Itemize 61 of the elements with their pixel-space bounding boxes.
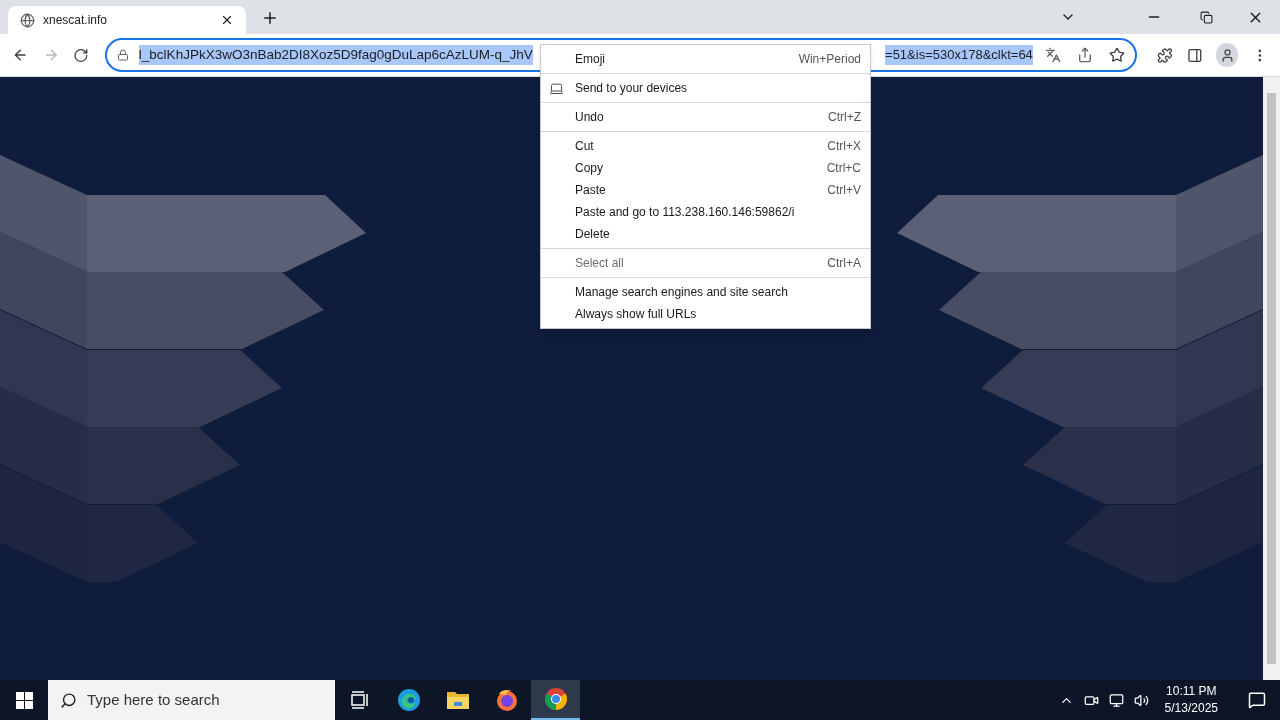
globe-icon bbox=[20, 12, 35, 28]
chrome-icon bbox=[543, 687, 568, 711]
profile-avatar[interactable] bbox=[1216, 43, 1239, 67]
translate-icon[interactable] bbox=[1044, 47, 1061, 63]
shortcut-text: Ctrl+A bbox=[827, 255, 861, 272]
notifications-icon[interactable] bbox=[1248, 691, 1266, 709]
url-text: =51&is=530x178&clkt=64 bbox=[885, 45, 1033, 65]
edge-icon bbox=[396, 688, 421, 712]
lock-icon bbox=[116, 49, 129, 61]
menu-item[interactable]: Paste and go to 113.238.160.146:59862/i bbox=[541, 201, 870, 223]
menu-label: Cut bbox=[575, 138, 594, 155]
shortcut-text: Ctrl+C bbox=[826, 160, 861, 177]
share-icon[interactable] bbox=[1076, 47, 1093, 63]
menu-item[interactable]: Manage search engines and site search bbox=[541, 281, 870, 303]
search-placeholder: Type here to search bbox=[87, 689, 220, 710]
menu-item[interactable]: Send to your devices bbox=[541, 77, 870, 99]
new-tab-icon[interactable] bbox=[261, 9, 279, 27]
scroll-thumb[interactable] bbox=[1267, 93, 1276, 664]
volume-icon[interactable] bbox=[1133, 692, 1149, 708]
menu-label: Send to your devices bbox=[575, 80, 688, 97]
menu-label: Delete bbox=[575, 226, 610, 243]
menu-label: Undo bbox=[575, 109, 604, 126]
menu-label: Copy bbox=[575, 160, 603, 177]
search-icon bbox=[60, 691, 77, 709]
menu-label: Always show full URLs bbox=[575, 306, 697, 323]
menu-label: Manage search engines and site search bbox=[575, 284, 788, 301]
shortcut-text: Ctrl+X bbox=[827, 138, 861, 155]
menu-label: Paste bbox=[575, 182, 606, 199]
shortcut-text: Ctrl+Z bbox=[828, 109, 861, 126]
menu-item[interactable]: Paste Ctrl+V bbox=[541, 179, 870, 201]
shortcut-text: Win+Period bbox=[798, 51, 861, 68]
search-field[interactable]: Type here to search bbox=[48, 680, 335, 720]
url-text: l_bclKhJPkX3wO3nBab2DI8Xoz5D9fag0gDuLap6cAzLUM-q_JhV bbox=[138, 44, 533, 66]
side-panel-icon[interactable] bbox=[1186, 46, 1203, 64]
clock-date[interactable]: 5/13/2025 bbox=[1164, 700, 1218, 717]
shortcut-text: Ctrl+V bbox=[827, 182, 861, 199]
firefox-icon bbox=[494, 688, 519, 712]
reload-icon[interactable] bbox=[73, 46, 89, 64]
browser-tab[interactable]: xnescat.info bbox=[8, 6, 246, 34]
menu-item[interactable]: Cut Ctrl+X bbox=[541, 135, 870, 157]
restore-icon[interactable] bbox=[1200, 10, 1213, 24]
menu-item[interactable]: Undo Ctrl+Z bbox=[541, 106, 870, 128]
menu-item[interactable]: Emoji Win+Period bbox=[541, 48, 870, 70]
close-tab-icon[interactable] bbox=[220, 13, 234, 27]
scrollbar[interactable] bbox=[1263, 77, 1280, 680]
back-icon[interactable] bbox=[12, 46, 29, 64]
menu-item[interactable]: Always show full URLs bbox=[541, 303, 870, 325]
menu-label: Emoji bbox=[575, 51, 605, 68]
menu-item[interactable]: Copy Ctrl+C bbox=[541, 157, 870, 179]
clock-time[interactable]: 10:11 PM bbox=[1166, 683, 1217, 700]
windows-logo-icon bbox=[15, 691, 33, 709]
menu-label: Select all bbox=[575, 255, 624, 272]
taskbar-app[interactable] bbox=[531, 680, 580, 720]
tab-title: xnescat.info bbox=[43, 12, 109, 29]
extensions-icon[interactable] bbox=[1156, 46, 1173, 64]
task-view-icon bbox=[349, 691, 370, 709]
folder-icon bbox=[445, 689, 470, 711]
devices-icon bbox=[549, 80, 564, 96]
bookmark-star-icon[interactable] bbox=[1108, 47, 1125, 63]
menu-label: Paste and go to 113.238.160.146:59862/i bbox=[575, 204, 795, 221]
menu-item[interactable]: Delete bbox=[541, 223, 870, 245]
